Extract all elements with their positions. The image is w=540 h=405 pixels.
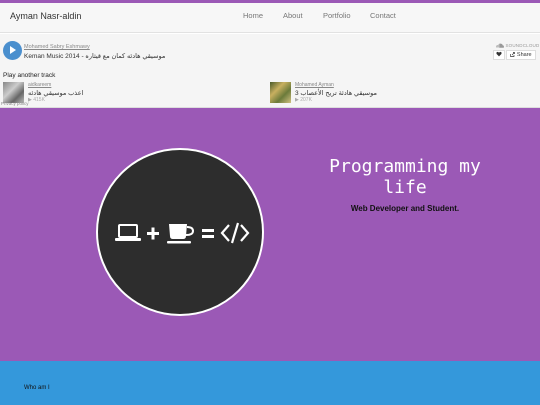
- equals-icon: [202, 229, 214, 238]
- play-count-value: 415K: [33, 97, 45, 103]
- play-button[interactable]: [3, 41, 22, 60]
- play-count: ▶ 415K: [28, 97, 45, 103]
- coffee-cup-icon: [167, 224, 195, 244]
- soundcloud-logo-text: SOUNDCLOUD: [505, 43, 540, 48]
- track-artwork[interactable]: [270, 82, 291, 103]
- heart-icon: [496, 52, 502, 57]
- like-button[interactable]: [493, 50, 505, 60]
- track-user-link[interactable]: Mohamed Ayman: [295, 82, 334, 88]
- about-section: Who am I: [0, 361, 540, 405]
- hero-glyphs: [115, 222, 250, 244]
- soundcloud-player: Mohamed Sabry Eshmawy Keman Music 2014 -…: [0, 34, 540, 108]
- code-icon: [220, 222, 250, 244]
- nav-link-contact[interactable]: Contact: [370, 11, 396, 20]
- track-title[interactable]: اعذب موسيقي هادئه: [28, 89, 83, 97]
- hero-section: Programming my life Web Developer and St…: [0, 108, 540, 361]
- track-user-link[interactable]: Mohamed Sabry Eshmawy: [24, 44, 90, 50]
- privacy-policy-link[interactable]: Privacy policy: [1, 101, 29, 106]
- play-another-heading: Play another track: [3, 72, 56, 79]
- soundcloud-cloud-icon: [496, 43, 504, 49]
- track-title[interactable]: Keman Music 2014 - موسيقي هادئه كمان مع …: [24, 52, 165, 60]
- share-icon: [510, 52, 516, 57]
- play-count: ▶ 207K: [295, 97, 312, 103]
- play-count-value: 207K: [300, 97, 312, 103]
- share-button[interactable]: Share: [506, 50, 536, 60]
- laptop-icon: [115, 224, 141, 241]
- about-heading: Who am I: [24, 385, 50, 391]
- share-label: Share: [516, 52, 532, 58]
- hero-subtitle: Web Developer and Student.: [350, 204, 460, 213]
- nav-link-about[interactable]: About: [283, 11, 303, 20]
- navbar: Ayman Nasr-aldin Home About Portfolio Co…: [0, 3, 540, 33]
- soundcloud-logo[interactable]: SOUNDCLOUD: [495, 43, 540, 49]
- hero-logo-circle: [96, 148, 264, 316]
- hero-title: Programming my life: [329, 156, 481, 198]
- brand-link[interactable]: Ayman Nasr-aldin: [10, 11, 81, 21]
- track-artwork[interactable]: [3, 82, 24, 103]
- track-title[interactable]: موسيقي هادئة تريح الأعصاب 3: [295, 89, 377, 97]
- nav-link-home[interactable]: Home: [243, 11, 263, 20]
- nav-link-portfolio[interactable]: Portfolio: [323, 11, 351, 20]
- track-user-link[interactable]: aidkareem: [28, 82, 51, 88]
- plus-icon: [147, 227, 159, 240]
